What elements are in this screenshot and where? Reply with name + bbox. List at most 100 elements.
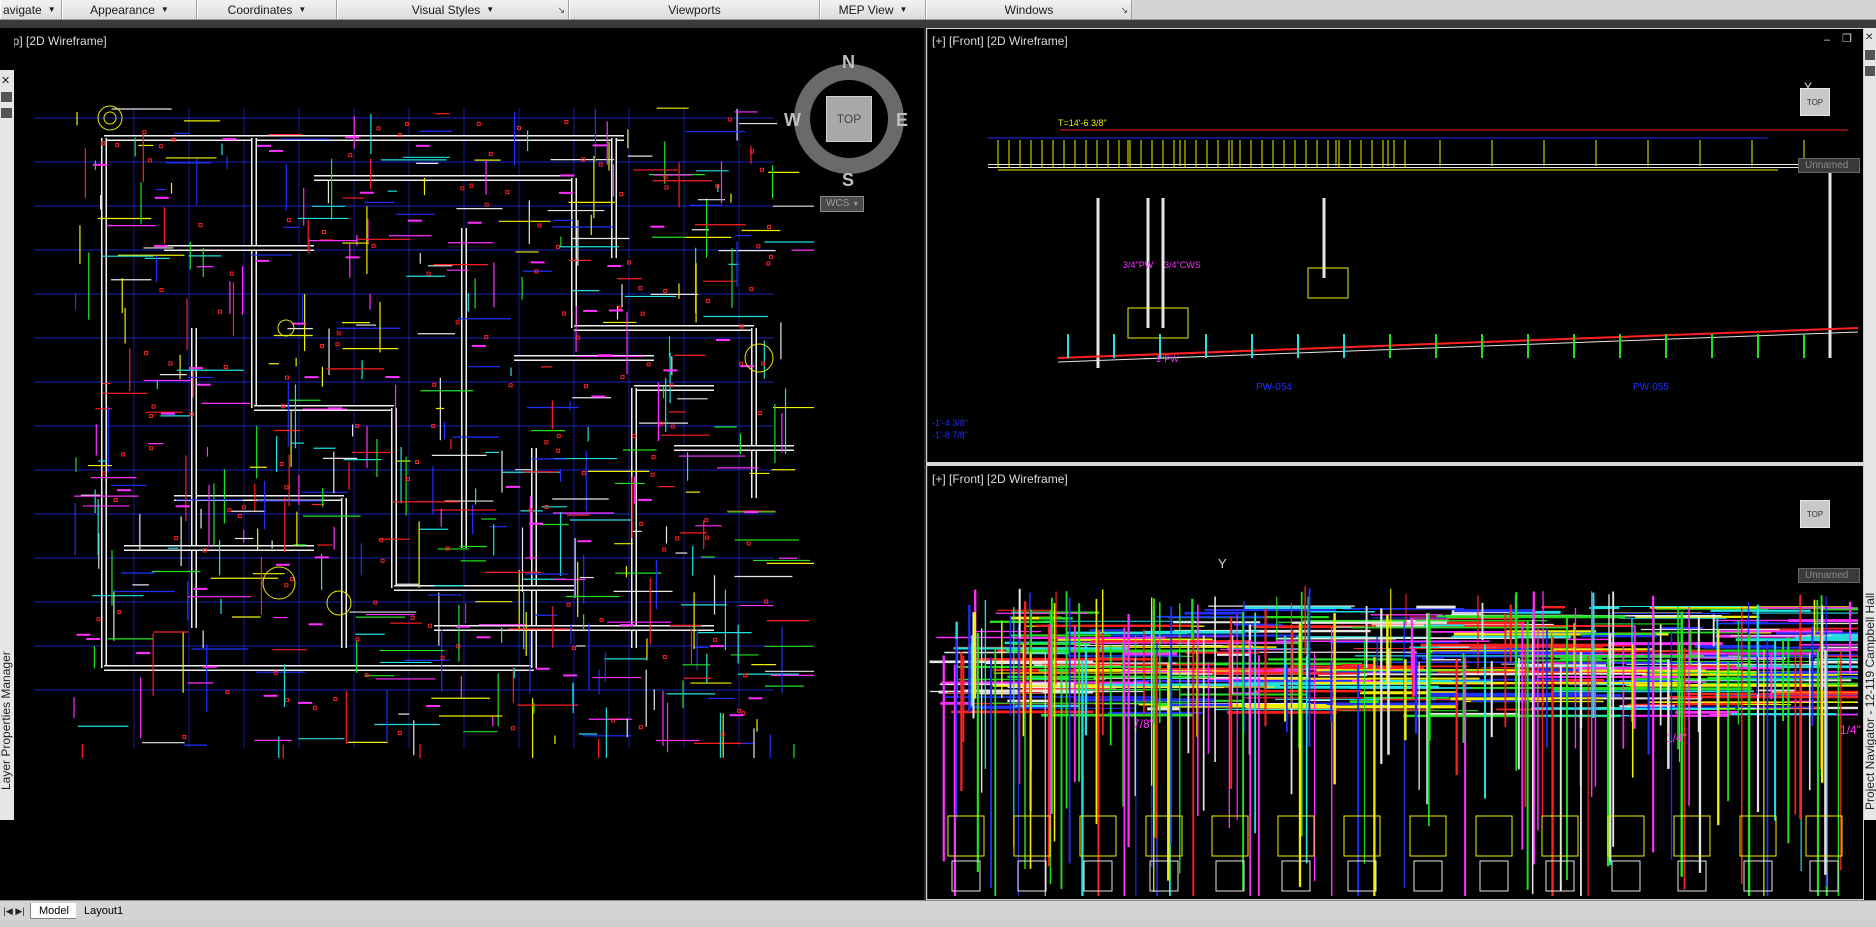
drawing-annotation: 3/4"PW [1123,260,1154,270]
viewport-front-lower[interactable]: [+] [Front] [2D Wireframe] 7/8" 1/4" 1/4" … [928,466,1864,900]
ucs-unnamed-menu[interactable]: Unnamed [1798,568,1860,583]
fixture-outline [767,224,772,229]
ribbon-panel-coordinates[interactable]: Coordinates ▼ [197,0,337,19]
chevron-down-icon: ▼ [298,5,307,14]
ribbon-panel-bar: avigate ▼ Appearance ▼ Coordinates ▼ Visual… [0,0,1876,20]
fixture-outline [704,518,709,523]
axis-y-label: Y [1218,556,1227,571]
ribbon-panel-appearance[interactable]: Appearance ▼ [62,0,197,19]
ribbon-panel-label: Viewports [668,2,721,17]
palette-auto-hide-icon[interactable] [1865,50,1875,60]
fixture-outline [638,286,643,291]
fixture-outline [768,254,773,259]
compass-west[interactable]: W [784,110,801,131]
fixture-outline [229,271,234,276]
viewport-front-upper[interactable]: [+] [Front] [2D Wireframe] – ❐ T=14'-6 3… [928,28,1864,462]
fixture-outline [1805,815,1843,857]
fixture-outline [335,342,340,347]
compass-south[interactable]: S [842,170,854,191]
fixture-outline [561,311,566,316]
layout-tab-bar: |◀ ▶| Model Layout1 [0,900,1876,927]
palette-properties-icon[interactable] [1,108,12,118]
fixture-outline [151,404,156,409]
ribbon-panel-navigate[interactable]: avigate ▼ [0,0,62,19]
fixture-outline [1611,860,1641,892]
drawing-annotation: PW-055 [1633,382,1669,393]
fixture-symbol [262,566,296,600]
drawing-annotation: PW-054 [1256,382,1292,393]
fixture-outline [761,361,766,366]
fixture-outline [460,186,465,191]
fixture-outline [739,361,744,366]
drawing-annotation: T=14'-6 3/8" [1058,118,1107,128]
fixture-outline [312,705,317,710]
viewcube[interactable]: TOP N S E W [784,42,914,192]
fixture-outline [427,623,432,628]
layer-properties-palette[interactable]: ✕ Layer Properties Manager [0,70,14,820]
wcs-menu[interactable]: WCS ▼ [820,196,864,212]
palette-properties-icon[interactable] [1865,66,1875,76]
fixture-outline [508,383,513,388]
fixture-outline [640,311,645,316]
fixture-outline [285,375,290,380]
dialog-launcher-icon[interactable]: ↘ [1120,5,1128,16]
fixture-outline [237,513,242,518]
dialog-launcher-icon[interactable]: ↘ [557,5,565,16]
ribbon-panel-mep-view[interactable]: MEP View ▼ [820,0,926,19]
fixture-outline [610,718,615,723]
ribbon-panel-viewports[interactable]: Viewports [569,0,820,19]
fixture-outline [659,421,664,426]
fixture-outline [285,698,290,703]
fixture-outline [581,470,586,475]
mini-viewcube-face[interactable]: TOP [1800,500,1830,528]
axis-y-label: Y [1804,80,1813,94]
compass-east[interactable]: E [896,110,908,131]
fixture-outline [376,126,381,131]
fixture-outline [544,440,549,445]
fixture-outline [651,455,656,460]
layer-properties-title: Layer Properties Manager [0,651,13,790]
close-icon[interactable]: ✕ [1865,32,1873,43]
project-navigator-palette[interactable]: ✕ Project Navigator - 12-119 Campbell Ha… [1863,28,1876,820]
last-tab-icon[interactable]: ▶| [14,905,26,917]
tab-layout1[interactable]: Layout1 [76,903,132,919]
fixture-outline [279,461,284,466]
drawing-annotation: 1"PW [1156,354,1179,364]
fixture-symbol [277,319,295,337]
fixture-outline [117,610,122,615]
fixture-outline [1277,815,1315,857]
fixture-outline [1413,860,1443,892]
fixture-outline [336,331,341,336]
palette-auto-hide-icon[interactable] [1,92,12,102]
fixture-outline [662,547,667,552]
fixture-outline [951,860,981,892]
ribbon-empty-area [1132,0,1876,19]
viewcube-face[interactable]: TOP [826,96,872,142]
fixture-outline [1809,860,1839,892]
fixture-outline [713,637,718,642]
fixture-outline [405,121,410,126]
fixture-outline [115,142,120,147]
fixture-outline [158,144,163,149]
wcs-label: WCS [826,198,850,209]
close-icon[interactable]: ✕ [1,74,10,87]
ribbon-panel-visual-styles[interactable]: Visual Styles ▼ ↘ [337,0,569,19]
fixture-outline [638,725,643,730]
first-tab-icon[interactable]: |◀ [2,905,14,917]
ucs-unnamed-menu[interactable]: Unnamed [1798,158,1860,173]
fixture-outline [198,223,203,228]
compass-north[interactable]: N [842,52,855,73]
fixture-outline [510,726,515,731]
ribbon-panel-label: avigate [3,2,42,17]
ribbon-panel-windows[interactable]: Windows ↘ [926,0,1132,19]
tab-model[interactable]: Model [30,903,78,919]
fixture-outline [273,670,278,675]
fixture-outline [664,185,669,190]
fixture-outline [760,167,765,172]
ribbon-panel-label: Windows [1004,2,1054,17]
drawing-annotation: -1'-8 7/8" [932,430,968,440]
front-elevation-drawing: T=14'-6 3/8" PW-054 PW-055 -1'-4 3/8" -1'-8 … [932,118,1859,440]
viewport-top[interactable]: Top] [2D Wireframe] TOP N S E W WCS▼ [14,28,924,900]
fixture-outline [1017,860,1047,892]
fixture-outline [225,690,230,695]
